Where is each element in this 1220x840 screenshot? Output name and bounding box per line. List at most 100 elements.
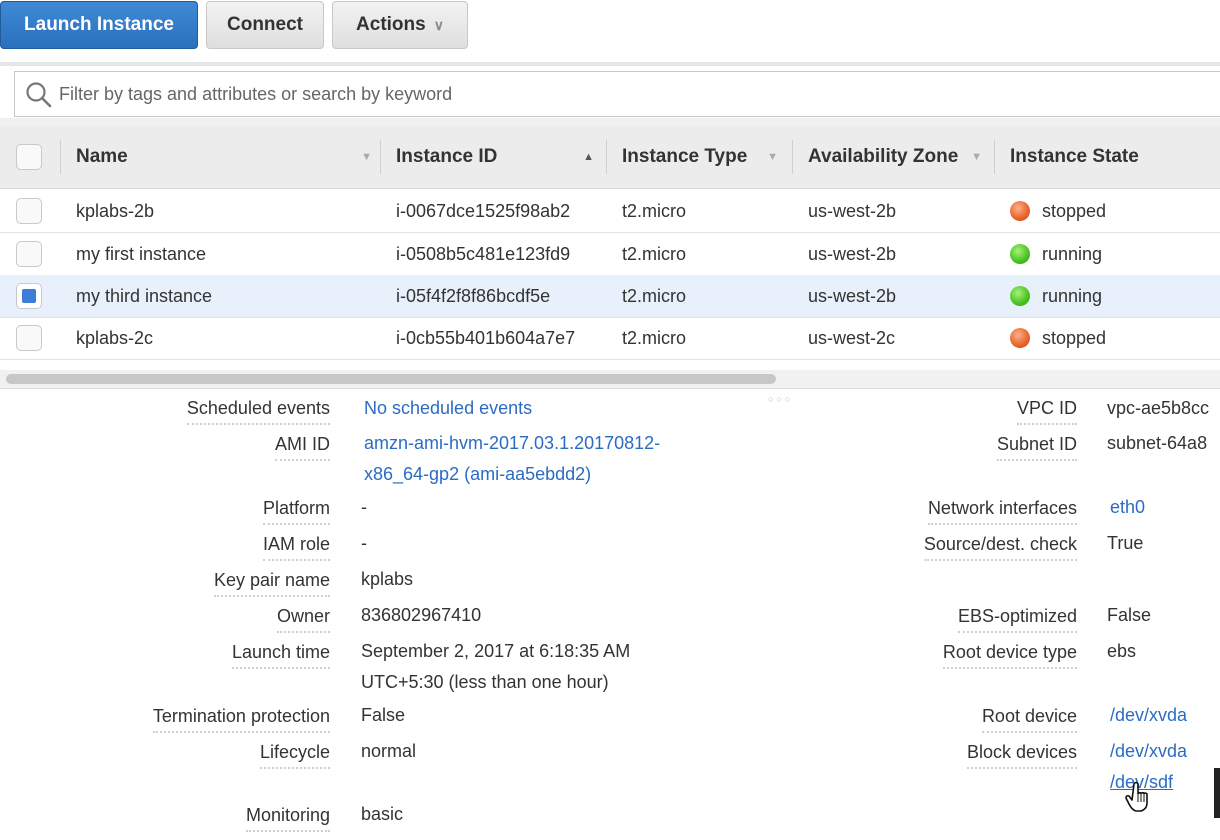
monitoring-label: Monitoring (245, 805, 330, 832)
running-status-icon (1010, 286, 1030, 306)
hand-cursor-icon (1125, 781, 1148, 812)
column-label: Instance Type (622, 146, 748, 167)
sort-up-icon: ▲ (583, 151, 594, 163)
instance-type: t2.micro (622, 200, 687, 221)
table-row[interactable]: my third instance i-05f4f2f8f86bcdf5e t2… (0, 275, 1220, 318)
sort-down-icon: ▼ (361, 151, 372, 163)
column-header-instance-type[interactable]: Instance Type ▼ (622, 126, 788, 188)
instance-name: kplabs-2b (76, 200, 155, 221)
root-device-type-value: ebs (1107, 641, 1137, 661)
launch-instance-button[interactable]: Launch Instance (0, 1, 198, 49)
search-icon (26, 82, 52, 108)
column-divider (994, 140, 995, 174)
horizontal-scrollbar[interactable] (0, 370, 1220, 389)
subnet-id-label: Subnet ID (996, 434, 1077, 461)
table-row[interactable]: kplabs-2c i-0cb55b401b604a7e7 t2.micro u… (0, 317, 1220, 360)
column-header-name[interactable]: Name ▼ (76, 126, 382, 188)
stopped-status-icon (1010, 328, 1030, 348)
sort-down-icon: ▼ (767, 151, 778, 163)
launch-time-value-line2: UTC+5:30 (less than one hour) (361, 672, 609, 692)
owner-value: 836802967410 (361, 605, 482, 625)
network-interfaces-label: Network interfaces (927, 498, 1077, 525)
termination-protection-value: False (361, 705, 406, 725)
network-interfaces-link[interactable]: eth0 (1110, 492, 1145, 522)
instance-state-label: running (1042, 243, 1103, 264)
ebs-optimized-value: False (1107, 605, 1152, 625)
iam-role-label: IAM role (262, 534, 330, 561)
availability-zone: us-west-2b (808, 243, 897, 264)
lifecycle-value: normal (361, 741, 417, 761)
root-device-label: Root device (981, 706, 1077, 733)
lifecycle-label: Lifecycle (259, 742, 330, 769)
select-all-checkbox[interactable] (16, 144, 42, 170)
ami-id-label: AMI ID (274, 434, 330, 461)
instance-id: i-0067dce1525f98ab2 (396, 200, 571, 221)
root-device-type-label: Root device type (942, 642, 1077, 669)
column-divider (792, 140, 793, 174)
table-header: Name ▼ Instance ID ▲ Instance Type ▼ Availa… (0, 126, 1220, 189)
column-divider (60, 140, 61, 174)
subnet-id-value[interactable]: subnet-64a8 (1107, 428, 1207, 458)
termination-protection-label: Termination protection (152, 706, 330, 733)
grid-spacer (0, 118, 1220, 126)
ami-id-link-line2[interactable]: x86_64-gp2 (ami-aa5ebdd2) (364, 459, 591, 489)
scrollbar-thumb[interactable] (6, 374, 776, 384)
table-row[interactable]: my first instance i-0508b5c481e123fd9 t2… (0, 233, 1220, 276)
table-row[interactable]: kplabs-2b i-0067dce1525f98ab2 t2.micro u… (0, 190, 1220, 233)
iam-role-value: - (361, 533, 367, 553)
instance-state: stopped (1010, 190, 1106, 232)
owner-label: Owner (276, 606, 330, 633)
root-device-link[interactable]: /dev/xvda (1110, 700, 1187, 730)
instance-id: i-05f4f2f8f86bcdf5e (396, 285, 551, 306)
block-devices-label: Block devices (966, 742, 1077, 769)
instance-name: my first instance (76, 243, 207, 264)
instance-state-label: running (1042, 285, 1103, 306)
resize-grip-icon[interactable]: ○○○ (768, 394, 793, 404)
search-bar[interactable] (14, 71, 1220, 117)
instance-state-label: stopped (1042, 327, 1107, 348)
connect-button[interactable]: Connect (206, 1, 324, 49)
column-divider (380, 140, 381, 174)
search-input[interactable] (57, 82, 961, 106)
instance-type: t2.micro (622, 327, 687, 348)
block-device-xvda-link[interactable]: /dev/xvda (1110, 736, 1187, 766)
column-label: Instance State (1010, 146, 1139, 167)
actions-label: Actions (356, 14, 426, 35)
instance-name: my third instance (76, 285, 213, 306)
row-checkbox[interactable] (16, 325, 42, 351)
availability-zone: us-west-2c (808, 327, 896, 348)
source-dest-check-value: True (1107, 533, 1144, 553)
instance-name: kplabs-2c (76, 327, 154, 348)
running-status-icon (1010, 244, 1030, 264)
row-checkbox[interactable] (16, 198, 42, 224)
row-checkbox[interactable] (16, 241, 42, 267)
column-divider (606, 140, 607, 174)
row-checkbox[interactable] (16, 283, 42, 309)
toolbar-divider (0, 62, 1220, 66)
key-pair-label: Key pair name (213, 570, 330, 597)
key-pair-value: kplabs (361, 569, 414, 589)
ebs-optimized-label: EBS-optimized (957, 606, 1077, 633)
column-header-instance-id[interactable]: Instance ID ▲ (396, 126, 604, 188)
monitoring-value: basic (361, 804, 404, 824)
vpc-id-label: VPC ID (1016, 398, 1077, 425)
ami-id-link-line1[interactable]: amzn-ami-hvm-2017.03.1.20170812- (364, 428, 660, 458)
sort-down-icon: ▼ (971, 151, 982, 163)
platform-label: Platform (262, 498, 330, 525)
instance-id: i-0508b5c481e123fd9 (396, 243, 571, 264)
chevron-down-icon: ∨ (433, 16, 444, 33)
column-header-availability-zone[interactable]: Availability Zone ▼ (808, 126, 992, 188)
instance-state: running (1010, 275, 1102, 317)
column-label: Name (76, 146, 128, 167)
instance-state-label: stopped (1042, 200, 1107, 221)
scheduled-events-link[interactable]: No scheduled events (364, 393, 532, 423)
column-label: Availability Zone (808, 146, 959, 167)
instance-state: stopped (1010, 317, 1106, 359)
actions-dropdown-button[interactable]: Actions ∨ (332, 1, 468, 49)
platform-value: - (361, 497, 367, 517)
instance-type: t2.micro (622, 243, 687, 264)
launch-time-value-line1: September 2, 2017 at 6:18:35 AM (361, 641, 631, 661)
window-edge (1214, 768, 1220, 818)
vpc-id-value[interactable]: vpc-ae5b8cc (1107, 393, 1209, 423)
column-header-instance-state[interactable]: Instance State (1010, 126, 1210, 188)
